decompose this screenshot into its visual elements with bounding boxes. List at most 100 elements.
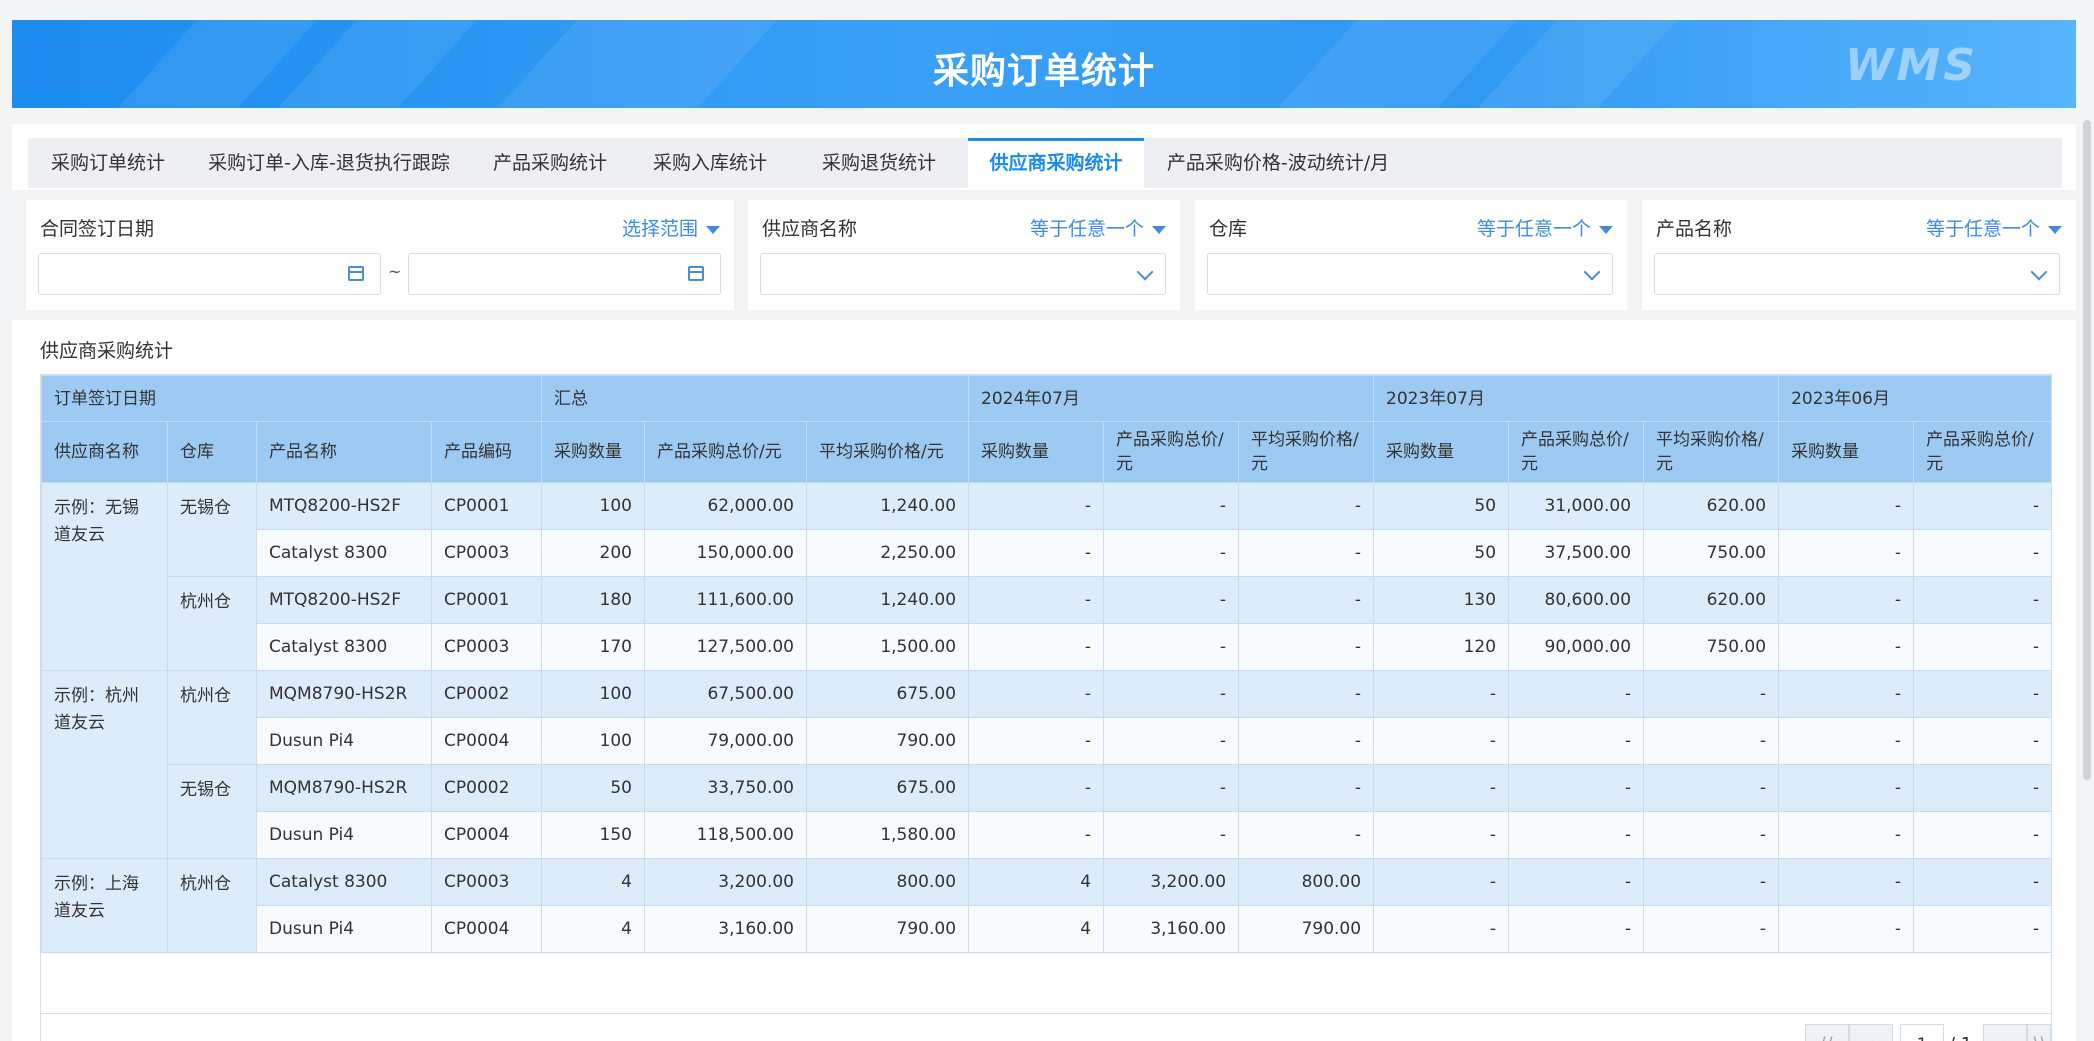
value-cell: -	[1238, 576, 1375, 624]
product-code-cell: CP0003	[431, 623, 542, 671]
value-cell: -	[1913, 717, 2051, 765]
product-code-cell: CP0002	[431, 670, 542, 718]
table-row[interactable]: Catalyst 8300 CP0003 200 150,000.00 2,250.00…	[42, 529, 2051, 577]
column-header: 产品名称	[256, 421, 432, 483]
table-row[interactable]: Catalyst 8300 CP0003 170 127,500.00 1,500.00…	[42, 623, 2051, 671]
value-cell: -	[1913, 764, 2051, 812]
value-cell: 130	[1373, 576, 1510, 624]
product-code-cell: CP0004	[431, 811, 542, 859]
table-row[interactable]: Dusun Pi4 CP0004 150 118,500.00 1,580.00- - - -…	[42, 811, 2051, 859]
value-cell: 150	[541, 811, 645, 859]
value-cell: 90,000.00	[1508, 623, 1645, 671]
filter-label: 产品名称	[1656, 218, 1733, 240]
value-cell: -	[968, 717, 1105, 765]
value-cell: 200	[541, 529, 645, 577]
last-page-button[interactable]: ⟩⟩	[2027, 1024, 2051, 1041]
product-code-cell: CP0003	[431, 529, 542, 577]
next-page-button[interactable]: ›	[1983, 1024, 2027, 1041]
header-banner: 采购订单统计 WMS	[12, 20, 2076, 108]
product-code-cell: CP0001	[431, 576, 542, 624]
table-row[interactable]: 示例：上海道友云 杭州仓 Catalyst 8300 CP0003 4 3,200.00 8…	[41, 858, 2051, 953]
table-row[interactable]: Dusun Pi4 CP0004 100 79,000.00 790.00- - - - - - -…	[42, 717, 2051, 765]
value-cell: -	[1913, 670, 2051, 718]
value-cell: -	[1643, 905, 1780, 953]
caret-down-icon	[1599, 225, 1613, 234]
product-name-cell: Dusun Pi4	[256, 811, 432, 859]
tab-price-fluctuation[interactable]: 产品采购价格-波动统计/月	[1144, 138, 1412, 188]
tab-inbound-stats[interactable]: 采购入库统计	[630, 138, 790, 188]
product-code-cell: CP0004	[431, 905, 542, 953]
product-code-cell: CP0004	[431, 717, 542, 765]
table-row[interactable]: 示例：杭州道友云 杭州仓 MQM8790-HS2R CP0002 100 67,500.0…	[41, 670, 2051, 859]
value-cell: 790.00	[805, 717, 970, 765]
tab-order-execution-tracking[interactable]: 采购订单-入库-退货执行跟踪	[188, 138, 470, 188]
value-cell: -	[1643, 670, 1780, 718]
value-cell: -	[1778, 764, 1915, 812]
value-cell: -	[1643, 717, 1780, 765]
value-cell: -	[1508, 717, 1645, 765]
value-cell: -	[968, 811, 1105, 859]
caret-down-icon	[1152, 225, 1166, 234]
calendar-icon[interactable]	[688, 266, 704, 281]
warehouse-select[interactable]	[1207, 253, 1613, 295]
tab-supplier-purchase-stats[interactable]: 供应商采购统计	[968, 138, 1144, 188]
tab-purchase-order-stats[interactable]: 采购订单统计	[28, 138, 188, 188]
value-cell: -	[1913, 623, 2051, 671]
column-header: 产品采购总价/元	[1508, 421, 1645, 483]
value-cell: -	[1238, 764, 1375, 812]
page-total: / 1	[1949, 1034, 1972, 1041]
column-header: 供应商名称	[41, 421, 168, 483]
table-row[interactable]: 无锡仓 MQM8790-HS2R CP0002 50 33,750.00 675.00- -…	[42, 764, 2051, 859]
value-cell: 127,500.00	[644, 623, 807, 671]
value-cell: -	[1373, 717, 1510, 765]
filter-mode-dropdown[interactable]: 等于任意一个	[1030, 214, 1166, 241]
value-cell: 170	[541, 623, 645, 671]
tab-product-purchase-stats[interactable]: 产品采购统计	[470, 138, 630, 188]
column-header: 产品采购总价/元	[1103, 421, 1240, 483]
product-name-cell: MQM8790-HS2R	[256, 764, 432, 812]
warehouse-cell: 无锡仓	[167, 482, 257, 577]
table-row[interactable]: 杭州仓 MTQ8200-HS2F CP0001 180 111,600.00 1,240.…	[42, 576, 2051, 671]
value-cell: -	[1778, 905, 1915, 953]
value-cell: -	[1373, 811, 1510, 859]
tab-return-stats[interactable]: 采购退货统计	[790, 138, 968, 188]
first-page-button[interactable]: ⟨⟨	[1805, 1024, 1849, 1041]
value-cell: -	[1103, 717, 1240, 765]
header-group: 2023年07月	[1373, 375, 1780, 422]
value-cell: -	[1238, 482, 1375, 530]
caret-down-icon	[706, 225, 720, 234]
value-cell: 675.00	[805, 670, 970, 718]
start-date-input[interactable]	[38, 253, 381, 295]
value-cell: -	[1778, 576, 1915, 624]
value-cell: -	[1103, 529, 1240, 577]
value-cell: 180	[541, 576, 645, 624]
report-panel: 供应商采购统计 订单签订日期 汇总 2024年07月 2023年07月 2023…	[26, 320, 2066, 1041]
value-cell: -	[1913, 529, 2051, 577]
column-header: 产品采购总价/元	[644, 421, 807, 483]
page-number-input[interactable]: 1	[1900, 1024, 1944, 1041]
filter-supplier: 供应商名称 等于任意一个	[748, 200, 1180, 310]
page-scrollbar[interactable]	[2083, 120, 2091, 780]
table-row[interactable]: 示例：无锡道友云 无锡仓 MTQ8200-HS2F CP0001 100 62,000.0…	[41, 482, 2051, 671]
filter-mode-dropdown[interactable]: 选择范围	[622, 214, 720, 241]
value-cell: 100	[541, 670, 645, 718]
value-cell: -	[1778, 529, 1915, 577]
value-cell: 800.00	[1238, 858, 1375, 906]
value-cell: 1,240.00	[805, 576, 970, 624]
column-header: 采购数量	[1778, 421, 1915, 483]
value-cell: -	[1238, 717, 1375, 765]
filter-mode-dropdown[interactable]: 等于任意一个	[1926, 214, 2062, 241]
value-cell: -	[1373, 670, 1510, 718]
calendar-icon[interactable]	[348, 266, 364, 281]
table-row[interactable]: Dusun Pi4 CP0004 4 3,160.00 790.00 4 3,160.00 7…	[42, 905, 2051, 953]
wms-logo: WMS	[1844, 40, 1978, 91]
value-cell: -	[1778, 811, 1915, 859]
prev-page-button[interactable]: ‹	[1849, 1024, 1893, 1041]
filter-mode-dropdown[interactable]: 等于任意一个	[1477, 214, 1613, 241]
supplier-select[interactable]	[760, 253, 1166, 295]
value-cell: -	[1643, 858, 1780, 906]
product-select[interactable]	[1654, 253, 2060, 295]
end-date-input[interactable]	[408, 253, 721, 295]
warehouse-cell: 杭州仓	[167, 858, 257, 953]
filter-label: 仓库	[1209, 218, 1248, 240]
